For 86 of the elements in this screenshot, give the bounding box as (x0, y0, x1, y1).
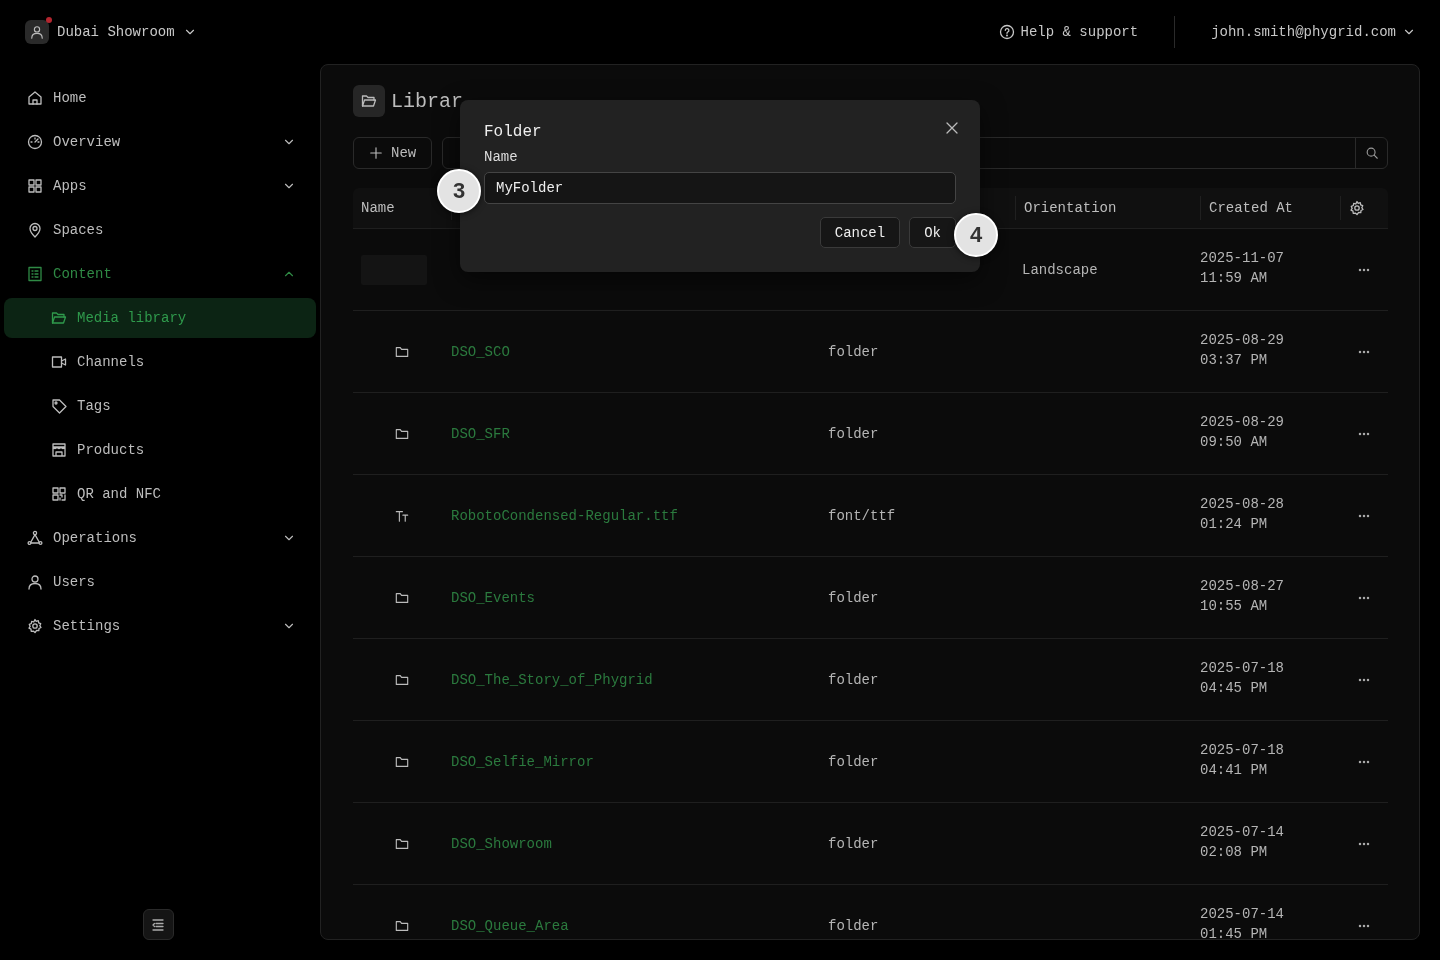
folder-icon (395, 754, 409, 769)
type-cell-text: folder (828, 917, 880, 934)
help-link[interactable]: Help & support (998, 24, 1139, 40)
folder-icon (395, 426, 409, 441)
date-cell-text: 2025-08-27 10:55 AM (1200, 576, 1285, 616)
sidebar-item[interactable]: Spaces (4, 210, 316, 250)
date-cell-text: 2025-07-18 04:45 PM (1200, 658, 1285, 698)
sidebar-item[interactable]: Settings (4, 606, 316, 646)
file-name-link[interactable]: RobotoCondensed-Regular.ttf (451, 507, 828, 524)
network-icon (27, 530, 43, 546)
type-cell-text: folder (828, 589, 880, 606)
sidebar-item[interactable]: Products (4, 430, 316, 470)
date-cell-text: 2025-08-29 09:50 AM (1200, 412, 1285, 452)
font-icon (395, 508, 409, 523)
collapse-icon (150, 916, 166, 933)
column-header: Orientation (1015, 196, 1200, 220)
column-header: Created At (1200, 196, 1340, 220)
type-cell-text: folder (828, 425, 880, 442)
store-icon (51, 442, 67, 458)
folder-icon (395, 836, 409, 851)
date-cell-text: 2025-07-18 04:41 PM (1200, 740, 1285, 780)
folder-icon (361, 93, 377, 109)
column-header: Name (360, 199, 396, 218)
search-icon (1364, 146, 1379, 160)
file-name-link[interactable]: DSO_Queue_Area (451, 917, 828, 934)
date-cell-text: 2025-07-14 01:45 PM (1200, 904, 1285, 939)
new-button[interactable]: New (353, 137, 433, 169)
file-name-link[interactable]: DSO_SCO (451, 343, 828, 360)
file-name-link[interactable]: DSO_The_Story_of_Phygrid (451, 671, 828, 688)
gauge-icon (27, 134, 43, 150)
sidebar-item[interactable]: Content (4, 254, 316, 294)
user-icon (27, 574, 43, 590)
sidebar-item[interactable]: Home (4, 78, 316, 118)
type-cell-text: folder (828, 835, 880, 852)
folder-icon (395, 672, 409, 687)
sidebar-item[interactable]: Overview (4, 122, 316, 162)
date-cell-text: 2025-08-28 01:24 PM (1200, 494, 1285, 534)
file-name-link[interactable]: DSO_Events (451, 589, 828, 606)
tag-icon (51, 398, 67, 414)
grid-icon (27, 178, 43, 194)
file-name-link[interactable]: DSO_Selfie_Mirror (451, 753, 828, 770)
list-icon (27, 266, 43, 282)
collapse-sidebar-button[interactable] (142, 909, 174, 940)
sidebar-item[interactable]: Channels (4, 342, 316, 382)
file-name-link[interactable]: DSO_Showroom (451, 835, 828, 852)
location-pin-icon (27, 222, 43, 238)
plus-icon (369, 146, 383, 160)
type-cell-text: folder (828, 753, 880, 770)
dialog-title: Folder (484, 122, 542, 143)
user-icon (30, 25, 44, 39)
step-badge: 4 (954, 213, 998, 257)
video-camera-icon (51, 354, 67, 370)
settings-icon (1349, 200, 1365, 216)
page-title: Librar (391, 89, 463, 113)
close-button[interactable] (944, 120, 960, 136)
sidebar-item[interactable]: Users (4, 562, 316, 602)
cancel-button[interactable]: Cancel (819, 217, 901, 248)
type-cell-text: folder (828, 343, 880, 360)
type-cell-text: font/ttf (828, 507, 897, 524)
field-label: Name (484, 148, 518, 166)
notification-dot (46, 17, 52, 23)
date-cell-text: 2025-07-14 02:08 PM (1200, 822, 1285, 862)
sidebar-item[interactable]: QR and NFC (4, 474, 316, 514)
ok-button[interactable]: Ok (909, 217, 956, 248)
settings-icon (27, 618, 43, 634)
sidebar-item[interactable]: Media library (4, 298, 316, 338)
close-icon (944, 120, 960, 136)
help-icon (998, 24, 1015, 40)
sidebar-item[interactable]: Tags (4, 386, 316, 426)
date-cell-text: 2025-08-29 03:37 PM (1200, 330, 1285, 370)
folder-icon (395, 344, 409, 359)
type-cell-text: folder (828, 671, 880, 688)
orientation-cell-text: Landscape (1021, 261, 1099, 278)
folder-icon (395, 590, 409, 605)
folder-icon (395, 918, 409, 933)
home-icon (27, 90, 43, 106)
qr-code-icon (51, 486, 67, 502)
name-input-field[interactable]: MyFolder (484, 172, 956, 204)
file-name-link[interactable]: DSO_SFR (451, 425, 828, 442)
account-menu[interactable]: john.smith@phygrid.com (1211, 24, 1416, 40)
sidebar-item[interactable]: Operations (4, 518, 316, 558)
date-cell-text: 2025-11-07 11:59 AM (1200, 248, 1285, 288)
step-badge: 3 (437, 169, 481, 213)
sidebar-item[interactable]: Apps (4, 166, 316, 206)
workspace-switcher[interactable]: Dubai Showroom (25, 20, 197, 44)
folder-icon (51, 310, 67, 326)
